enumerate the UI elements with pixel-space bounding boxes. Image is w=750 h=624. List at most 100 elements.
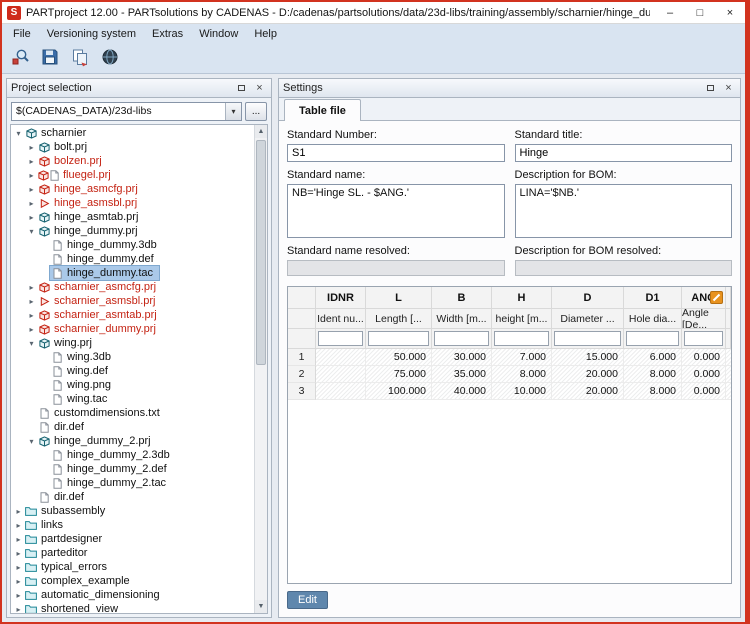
expand-icon[interactable]: ▸ xyxy=(13,535,24,544)
scroll-down-icon[interactable]: ▼ xyxy=(255,600,267,613)
tree-item-automatic-dimensioning[interactable]: ▸automatic_dimensioning xyxy=(11,588,254,602)
expand-icon[interactable]: ▸ xyxy=(13,563,24,572)
menu-item-versioning-system[interactable]: Versioning system xyxy=(39,24,144,44)
expand-icon[interactable]: ▸ xyxy=(13,577,24,586)
scroll-thumb[interactable] xyxy=(256,140,266,365)
tree-item-subassembly[interactable]: ▸subassembly xyxy=(11,504,254,518)
tree-item-scharnier[interactable]: ▾scharnier xyxy=(11,126,254,140)
column-header-ang[interactable]: ANG xyxy=(682,287,726,309)
expand-icon[interactable]: ▸ xyxy=(26,199,37,208)
minimize-button[interactable]: – xyxy=(655,2,685,23)
menu-item-file[interactable]: File xyxy=(5,24,39,44)
edit-button[interactable]: Edit xyxy=(287,591,328,609)
tree-item-fluegel-prj[interactable]: ▸fluegel.prj xyxy=(11,168,254,182)
column-header-b[interactable]: B xyxy=(432,287,492,309)
filter-input-ang[interactable] xyxy=(684,331,723,346)
bom-description-textarea[interactable]: LINA='$NB.' xyxy=(515,184,733,238)
close-button[interactable]: × xyxy=(715,2,745,23)
tree-item-hinge-asmtab-prj[interactable]: ▸hinge_asmtab.prj xyxy=(11,210,254,224)
maximize-button[interactable]: □ xyxy=(685,2,715,23)
expand-icon[interactable]: ▸ xyxy=(26,143,37,152)
close-panel-icon[interactable]: × xyxy=(252,81,267,95)
tree-item-hinge-asmsbl-prj[interactable]: ▸hinge_asmsbl.prj xyxy=(11,196,254,210)
table-row[interactable]: 150.00030.0007.00015.0006.0000.000 xyxy=(288,349,731,366)
expand-icon[interactable]: ▸ xyxy=(26,157,37,166)
menu-item-window[interactable]: Window xyxy=(191,24,246,44)
standard-name-textarea[interactable]: NB='Hinge SL. - $ANG.' xyxy=(287,184,505,238)
tree-scrollbar[interactable]: ▲ ▼ xyxy=(254,125,267,613)
column-header-d1[interactable]: D1 xyxy=(624,287,682,309)
expand-icon[interactable]: ▸ xyxy=(26,283,37,292)
tree-item-bolt-prj[interactable]: ▸bolt.prj xyxy=(11,140,254,154)
tree-item-wing-prj[interactable]: ▾wing.prj xyxy=(11,336,254,350)
expand-icon[interactable]: ▸ xyxy=(13,591,24,600)
scroll-up-icon[interactable]: ▲ xyxy=(255,125,267,138)
filter-input-b[interactable] xyxy=(434,331,489,346)
tree-item-complex-example[interactable]: ▸complex_example xyxy=(11,574,254,588)
tree-item-hinge-dummy-2-prj[interactable]: ▾hinge_dummy_2.prj xyxy=(11,434,254,448)
menu-item-help[interactable]: Help xyxy=(246,24,285,44)
expand-icon[interactable]: ▸ xyxy=(26,311,37,320)
menu-item-extras[interactable]: Extras xyxy=(144,24,191,44)
tree-item-wing-png[interactable]: wing.png xyxy=(11,378,254,392)
tab-table-file[interactable]: Table file xyxy=(284,99,361,121)
toolbar-button-project-search[interactable] xyxy=(7,46,33,72)
browse-button[interactable]: ... xyxy=(245,102,267,121)
filter-input-h[interactable] xyxy=(494,331,549,346)
tree-item-scharnier-dummy-prj[interactable]: ▸scharnier_dummy.prj xyxy=(11,322,254,336)
tree-item-hinge-dummy-3db[interactable]: hinge_dummy.3db xyxy=(11,238,254,252)
standard-number-input[interactable] xyxy=(287,144,505,162)
tree-item-hinge-dummy-2-def[interactable]: hinge_dummy_2.def xyxy=(11,462,254,476)
collapse-icon[interactable]: ▾ xyxy=(26,227,37,236)
path-combobox[interactable]: $(CADENAS_DATA)/23d-libs ▾ xyxy=(11,102,242,121)
tree-item-dir-def[interactable]: dir.def xyxy=(11,490,254,504)
tree-item-parteditor[interactable]: ▸parteditor xyxy=(11,546,254,560)
standard-title-input[interactable] xyxy=(515,144,733,162)
expand-icon[interactable]: ▸ xyxy=(26,185,37,194)
filter-input-d[interactable] xyxy=(554,331,621,346)
tree-item-hinge-dummy-prj[interactable]: ▾hinge_dummy.prj xyxy=(11,224,254,238)
expand-icon[interactable]: ▸ xyxy=(26,213,37,222)
tree-item-bolzen-prj[interactable]: ▸bolzen.prj xyxy=(11,154,254,168)
tree-item-wing-def[interactable]: wing.def xyxy=(11,364,254,378)
tree-item-wing-tac[interactable]: wing.tac xyxy=(11,392,254,406)
toolbar-button-save[interactable] xyxy=(37,46,63,72)
column-header-h[interactable]: H xyxy=(492,287,552,309)
collapse-icon[interactable]: ▾ xyxy=(13,129,24,138)
close-panel-icon[interactable]: × xyxy=(721,81,736,95)
filter-input-l[interactable] xyxy=(368,331,429,346)
float-panel-icon[interactable] xyxy=(234,81,249,95)
tree-item-dir-def[interactable]: dir.def xyxy=(11,420,254,434)
collapse-icon[interactable]: ▾ xyxy=(26,339,37,348)
expand-icon[interactable]: ▸ xyxy=(13,549,24,558)
filter-input-idnr[interactable] xyxy=(318,331,363,346)
column-header-d[interactable]: D xyxy=(552,287,624,309)
tree-item-customdimensions-txt[interactable]: customdimensions.txt xyxy=(11,406,254,420)
expand-icon[interactable]: ▸ xyxy=(26,171,37,180)
chevron-down-icon[interactable]: ▾ xyxy=(225,103,241,120)
toolbar-button-copy-project[interactable] xyxy=(67,46,93,72)
tree-item-hinge-asmcfg-prj[interactable]: ▸hinge_asmcfg.prj xyxy=(11,182,254,196)
tree-item-hinge-dummy-tac[interactable]: hinge_dummy.tac xyxy=(11,266,254,280)
collapse-icon[interactable]: ▾ xyxy=(26,437,37,446)
expand-icon[interactable]: ▸ xyxy=(13,507,24,516)
tree-item-hinge-dummy-2-3db[interactable]: hinge_dummy_2.3db xyxy=(11,448,254,462)
expand-icon[interactable]: ▸ xyxy=(26,297,37,306)
tree-item-typical-errors[interactable]: ▸typical_errors xyxy=(11,560,254,574)
expand-icon[interactable]: ▸ xyxy=(26,325,37,334)
filter-input-d1[interactable] xyxy=(626,331,679,346)
tree-item-scharnier-asmtab-prj[interactable]: ▸scharnier_asmtab.prj xyxy=(11,308,254,322)
table-row[interactable]: 3100.00040.00010.00020.0008.0000.000 xyxy=(288,383,731,400)
tree-item-scharnier-asmsbl-prj[interactable]: ▸scharnier_asmsbl.prj xyxy=(11,294,254,308)
scroll-track[interactable] xyxy=(255,138,267,600)
tree-item-shortened-view[interactable]: ▸shortened_view xyxy=(11,602,254,613)
tree-item-wing-3db[interactable]: wing.3db xyxy=(11,350,254,364)
expand-icon[interactable]: ▸ xyxy=(13,521,24,530)
float-panel-icon[interactable] xyxy=(703,81,718,95)
toolbar-button-publish[interactable] xyxy=(97,46,123,72)
expand-icon[interactable]: ▸ xyxy=(13,605,24,614)
column-config-icon[interactable] xyxy=(710,291,723,304)
column-header-idnr[interactable]: IDNR xyxy=(316,287,366,309)
tree-item-hinge-dummy-def[interactable]: hinge_dummy.def xyxy=(11,252,254,266)
table-row[interactable]: 275.00035.0008.00020.0008.0000.000 xyxy=(288,366,731,383)
